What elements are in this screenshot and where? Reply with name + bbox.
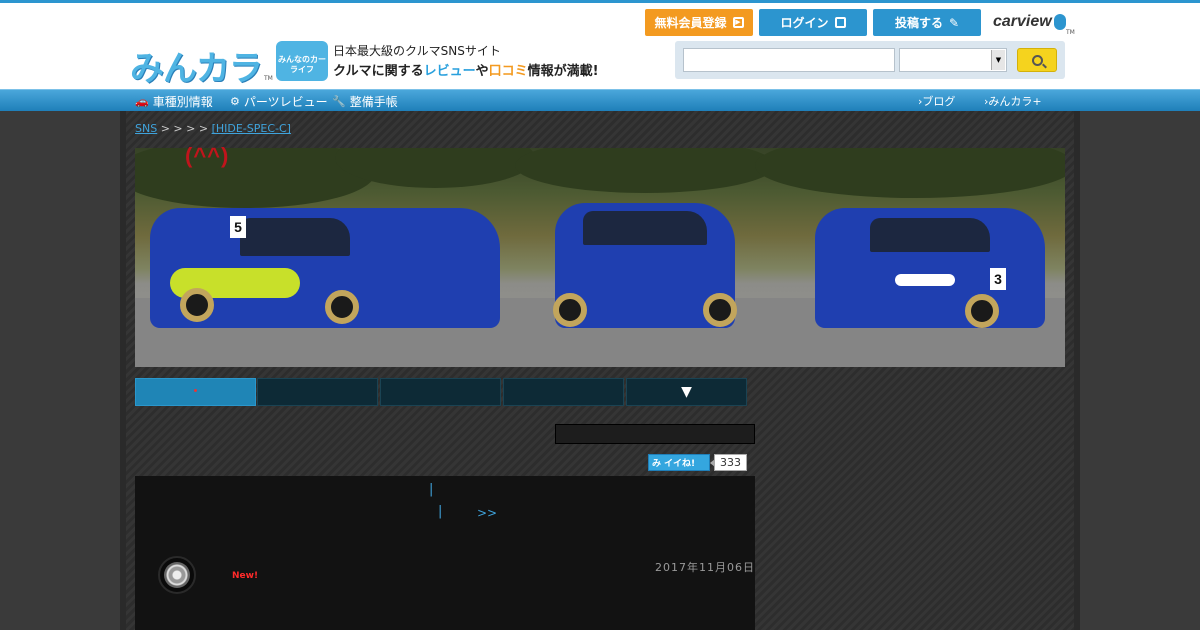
tagline-review: レビュー [423,64,476,79]
tagline-kuchikomi: 口コミ [488,64,528,79]
register-label: 無料会員登録 [654,16,727,30]
global-nav: 🚗 車種別情報 ⚙ パーツレビュー 🔧 整備手帳 ›ブログ ›みんカラ+ [0,89,1200,111]
iine-button[interactable]: みイイね! [648,454,710,471]
car-number-3: 3 [990,268,1006,290]
tagline-part-a: クルマに関する [333,64,424,79]
tagline-ya: や [475,64,489,79]
car-icon: 🚗 [135,95,149,108]
avatar[interactable] [158,556,196,594]
tagline-primary: 日本最大級のクルマSNSサイト [333,44,501,58]
minkara-mark-icon: み [652,459,662,469]
car-life-icon: みんなのカーライフ [276,41,328,81]
breadcrumb-separators: > > > > [160,122,209,135]
wrench-icon: 🔧 [332,95,346,108]
banner-title: (^^) [185,143,230,168]
breadcrumb-current-link[interactable]: [HIDE-SPEC-C] [212,122,291,135]
carview-mark-icon [1053,13,1066,30]
rally-car-left: 5 [150,208,500,328]
iine-count: 333 [710,454,747,471]
login-label: ログイン [780,16,829,30]
car-number-5: 5 [230,216,246,238]
nav-label-parts-review: パーツレビュー [243,95,328,109]
post-separator-2: | [438,504,443,519]
carview-text: carview [993,13,1052,30]
nav-label-maintenance: 整備手帳 [349,95,398,109]
logo-trademark: TM [264,75,273,82]
login-button[interactable]: ログイン [759,9,867,36]
breadcrumb-root-link[interactable]: SNS [135,122,157,135]
rally-car-center [553,203,737,328]
title-bar [555,424,755,444]
blog-post-panel: | | >> 2017年11月06日 New! [135,476,755,630]
tab-4[interactable] [503,378,624,406]
tab-more-dropdown[interactable]: ▼ [626,378,747,406]
nav-item-parts-review[interactable]: ⚙ パーツレビュー [230,93,328,110]
post-button[interactable]: 投稿する ✎ [873,9,981,36]
register-button[interactable]: 無料会員登録 ▶ [645,9,753,36]
tab-1[interactable]: ・ [135,378,256,406]
post-label: 投稿する [894,16,943,30]
tab-2[interactable] [257,378,378,406]
car-life-label: みんなのカーライフ [278,55,326,74]
content-shadow-right [1074,111,1080,630]
tagline-secondary: クルマに関するレビューや口コミ情報が満載! [333,60,599,79]
breadcrumb: SNS > > > > [HIDE-SPEC-C] [135,122,291,135]
carview-logo[interactable]: carview [993,13,1066,31]
nav-item-blog[interactable]: ›ブログ [918,93,955,109]
tagline-part-b: 情報が満載! [527,64,599,79]
search-icon [1031,54,1043,66]
new-badge: New! [232,571,259,581]
rally-car-right: 3 [815,208,1045,328]
search-category-select[interactable]: ▼ [899,48,1007,72]
site-header: みんカラ TM みんなのカーライフ 日本最大級のクルマSNSサイト クルマに関す… [0,0,1200,89]
pen-icon: ✎ [948,15,960,30]
post-date: 2017年11月06日 [655,561,755,574]
search-button[interactable] [1017,48,1057,72]
chevron-down-icon: ▼ [991,50,1005,70]
nav-label-car-model: 車種別情報 [152,95,213,109]
nav-item-car-model[interactable]: 🚗 車種別情報 [135,93,213,110]
search-box: ▼ [675,41,1065,79]
tire-icon [164,562,190,588]
iine-widget[interactable]: みイイね! 333 [648,454,747,471]
play-icon: ▶ [732,17,744,28]
lock-icon [834,17,846,28]
profile-banner-image: 5 3 [135,148,1065,367]
post-separator-1: | [429,482,434,497]
nav-item-maintenance[interactable]: 🔧 整備手帳 [332,93,398,110]
gear-icon: ⚙ [230,95,240,108]
read-more-link[interactable]: >> [477,506,497,520]
tab-3[interactable] [380,378,501,406]
carview-trademark: TM [1066,29,1075,36]
minkara-logo[interactable]: みんカラ [130,41,263,88]
nav-item-minkara-plus[interactable]: ›みんカラ+ [984,93,1042,109]
nav-label-blog: ブログ [922,95,956,108]
search-input[interactable] [683,48,895,72]
nav-label-minkara-plus: みんカラ+ [988,95,1042,108]
iine-label: イイね! [664,459,696,469]
